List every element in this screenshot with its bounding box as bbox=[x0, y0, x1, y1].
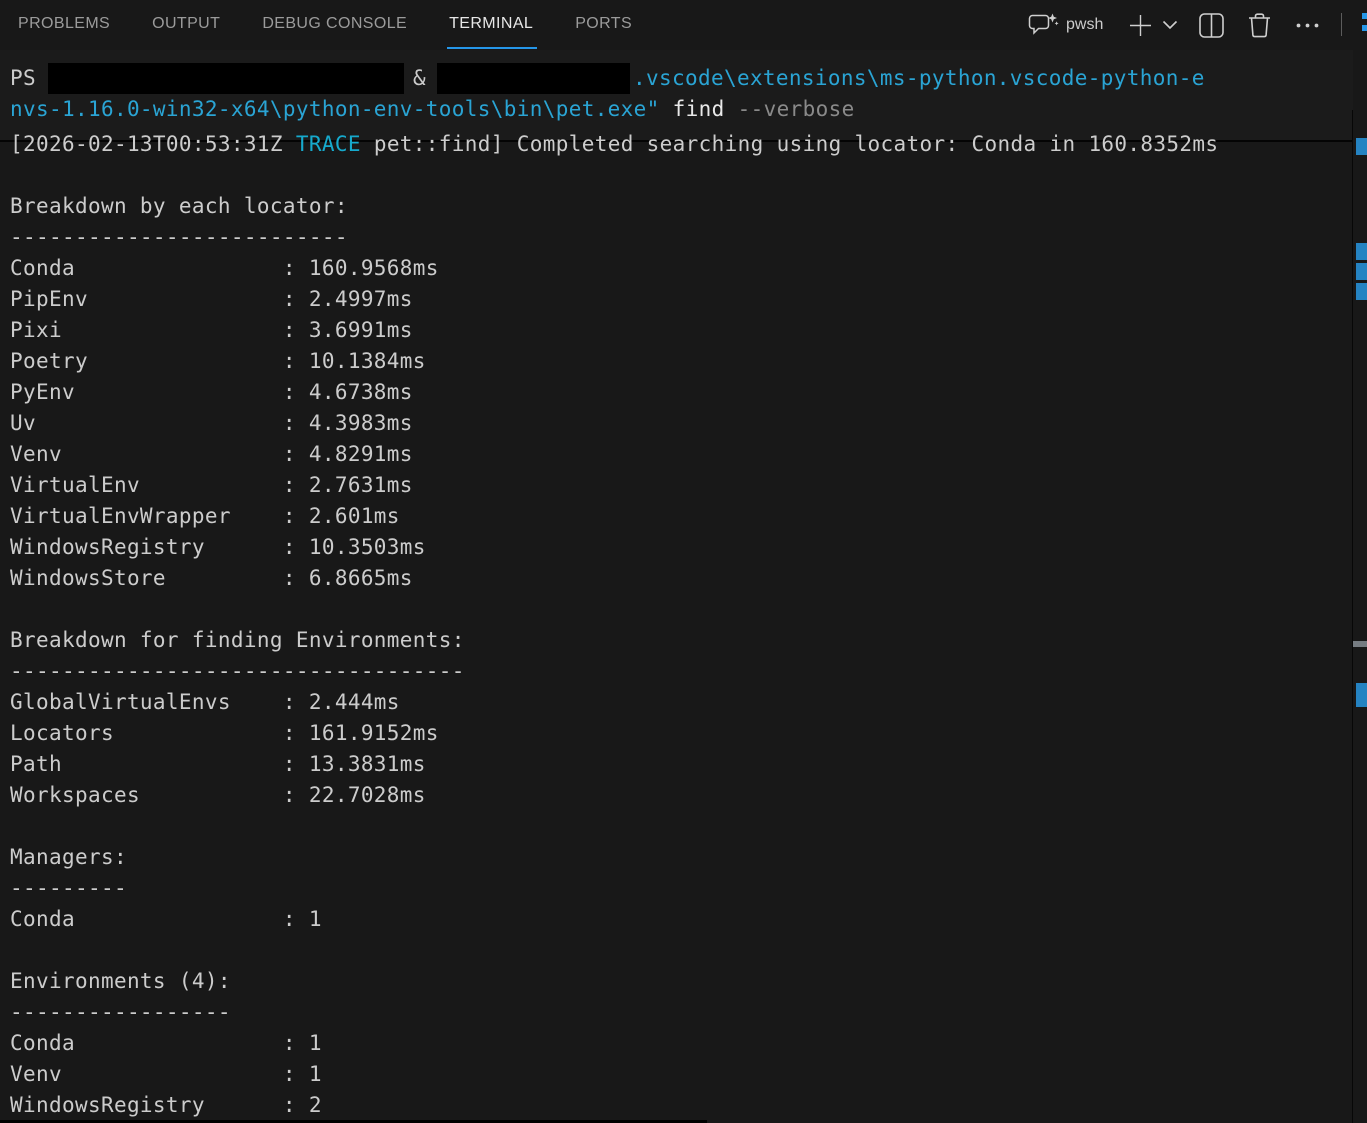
command-flag: --verbose bbox=[738, 97, 855, 121]
scrollbar-track-border bbox=[1352, 110, 1353, 1123]
trash-icon bbox=[1246, 11, 1273, 39]
metric-line: Path : 13.3831ms bbox=[10, 749, 1347, 780]
trace-line: [2026-02-13T00:53:31Z TRACE pet::find] C… bbox=[10, 129, 1347, 160]
scrollbar-command-mark bbox=[1356, 283, 1367, 300]
metric-line: PyEnv : 4.6738ms bbox=[10, 377, 1347, 408]
scrollbar-command-mark bbox=[1356, 683, 1367, 707]
command-line-1: PS & .vscode\extensions\ms-python.vscode-p… bbox=[10, 63, 1353, 94]
metric-line: PipEnv : 2.4997ms bbox=[10, 284, 1347, 315]
blank-line bbox=[10, 935, 1347, 966]
metric-line: Conda : 1 bbox=[10, 1028, 1347, 1059]
blank-line bbox=[10, 811, 1347, 842]
new-terminal-button[interactable] bbox=[1127, 0, 1154, 50]
ellipsis-icon bbox=[1294, 12, 1321, 39]
terminal-output: [2026-02-13T00:53:31Z TRACE pet::find] C… bbox=[10, 129, 1347, 1121]
panel-tabs: PROBLEMS OUTPUT DEBUG CONSOLE TERMINAL PORTS bbox=[18, 0, 632, 50]
scrollbar-command-mark bbox=[1356, 138, 1367, 155]
blank-line bbox=[10, 160, 1347, 191]
tab-debug-console[interactable]: DEBUG CONSOLE bbox=[262, 9, 407, 42]
section-underline: ----------------------------------- bbox=[10, 656, 1347, 687]
metric-line: WindowsRegistry : 10.3503ms bbox=[10, 532, 1347, 563]
metric-line: Venv : 4.8291ms bbox=[10, 439, 1347, 470]
clipped-panel-icon bbox=[1362, 13, 1367, 37]
scrollbar-command-mark bbox=[1356, 243, 1367, 260]
prompt-label: PS bbox=[10, 66, 36, 90]
split-terminal-button[interactable] bbox=[1198, 0, 1225, 50]
metric-line: Uv : 4.3983ms bbox=[10, 408, 1347, 439]
command-path-part2: nvs-1.16.0-win32-x64\python-env-tools\bi… bbox=[10, 97, 660, 121]
section-underline: ----------------- bbox=[10, 997, 1347, 1028]
section-title: Managers: bbox=[10, 842, 1347, 873]
launch-profile-button[interactable] bbox=[1161, 0, 1179, 50]
metric-line: Pixi : 3.6991ms bbox=[10, 315, 1347, 346]
plus-icon bbox=[1127, 12, 1154, 39]
metric-line: Poetry : 10.1384ms bbox=[10, 346, 1347, 377]
section-underline: -------------------------- bbox=[10, 222, 1347, 253]
tab-output[interactable]: OUTPUT bbox=[152, 9, 220, 42]
metric-line: Conda : 1 bbox=[10, 904, 1347, 935]
scrollbar-command-mark bbox=[1356, 263, 1367, 280]
panel-header: PROBLEMS OUTPUT DEBUG CONSOLE TERMINAL PORTS… bbox=[0, 0, 1367, 50]
tab-ports[interactable]: PORTS bbox=[575, 9, 632, 42]
section-title: Environments (4): bbox=[10, 966, 1347, 997]
metric-line: WindowsRegistry : 2 bbox=[10, 1090, 1347, 1121]
tab-problems[interactable]: PROBLEMS bbox=[18, 9, 110, 42]
terminal-view[interactable]: PS & .vscode\extensions\ms-python.vscode-p… bbox=[0, 50, 1367, 1123]
call-operator: & bbox=[413, 66, 426, 90]
chat-sparkle-icon bbox=[1028, 12, 1059, 39]
command-subcommand: find bbox=[673, 97, 725, 121]
section-title: Breakdown for finding Environments: bbox=[10, 625, 1347, 656]
tab-terminal[interactable]: TERMINAL bbox=[449, 9, 533, 42]
redacted-path-1 bbox=[48, 63, 404, 94]
chevron-down-icon bbox=[1161, 19, 1179, 31]
metric-line: WindowsStore : 6.8665ms bbox=[10, 563, 1347, 594]
kill-terminal-button[interactable] bbox=[1246, 0, 1273, 50]
metric-line: Venv : 1 bbox=[10, 1059, 1347, 1090]
metric-line: VirtualEnvWrapper : 2.601ms bbox=[10, 501, 1347, 532]
metric-line: VirtualEnv : 2.7631ms bbox=[10, 470, 1347, 501]
shell-label[interactable]: pwsh bbox=[1066, 0, 1103, 50]
toolbar-divider bbox=[1341, 13, 1342, 36]
metric-line: Locators : 161.9152ms bbox=[10, 718, 1347, 749]
command-line-2: nvs-1.16.0-win32-x64\python-env-tools\bi… bbox=[10, 94, 1353, 125]
terminal-chat-button[interactable] bbox=[1028, 0, 1059, 50]
split-panel-icon bbox=[1198, 12, 1225, 39]
section-title: Breakdown by each locator: bbox=[10, 191, 1347, 222]
more-actions-button[interactable] bbox=[1294, 0, 1321, 50]
scrollbar-thumb[interactable] bbox=[1353, 641, 1367, 647]
command-path-part1: .vscode\extensions\ms-python.vscode-pyth… bbox=[633, 66, 1205, 90]
metric-line: GlobalVirtualEnvs : 2.444ms bbox=[10, 687, 1347, 718]
redacted-path-2 bbox=[437, 63, 630, 94]
metric-line: Workspaces : 22.7028ms bbox=[10, 780, 1347, 811]
blank-line bbox=[10, 594, 1347, 625]
metric-line: Conda : 160.9568ms bbox=[10, 253, 1347, 284]
section-underline: --------- bbox=[10, 873, 1347, 904]
